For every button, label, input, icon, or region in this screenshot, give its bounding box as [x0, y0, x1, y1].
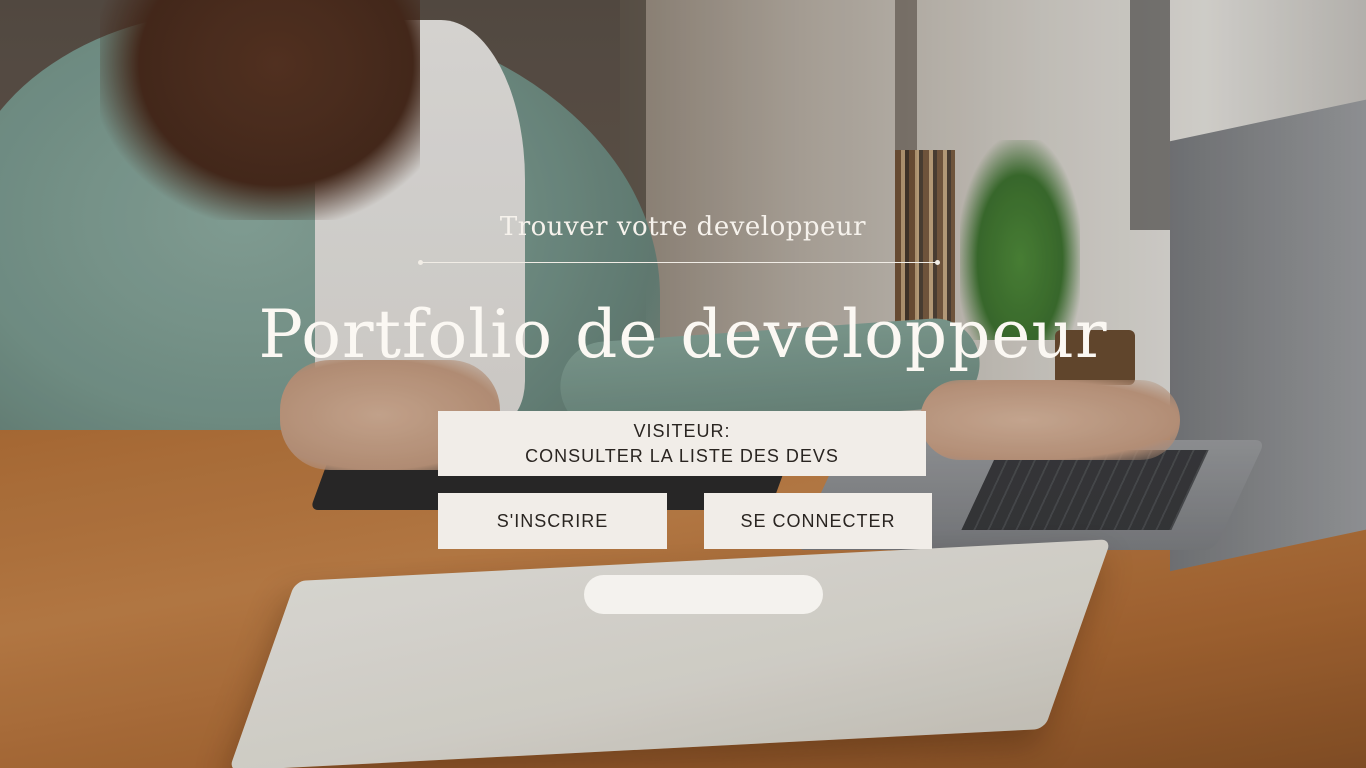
visitor-button-label-line1: VISITEUR:	[633, 420, 731, 441]
hero-divider	[418, 260, 940, 265]
page-title: Portfolio de developpeur	[258, 296, 1108, 373]
visitor-button-label-line2: CONSULTER LA LISTE DES DEVS	[525, 445, 839, 466]
hero-subtitle: Trouver votre developpeur	[499, 212, 867, 242]
blank-pill-button[interactable]	[584, 575, 823, 614]
login-button[interactable]: SE CONNECTER	[704, 493, 932, 549]
background-overlay	[0, 0, 1366, 768]
background-photo	[0, 0, 1366, 768]
signup-button[interactable]: S'INSCRIRE	[438, 493, 667, 549]
visitor-list-button[interactable]: VISITEUR: CONSULTER LA LISTE DES DEVS	[438, 411, 926, 476]
